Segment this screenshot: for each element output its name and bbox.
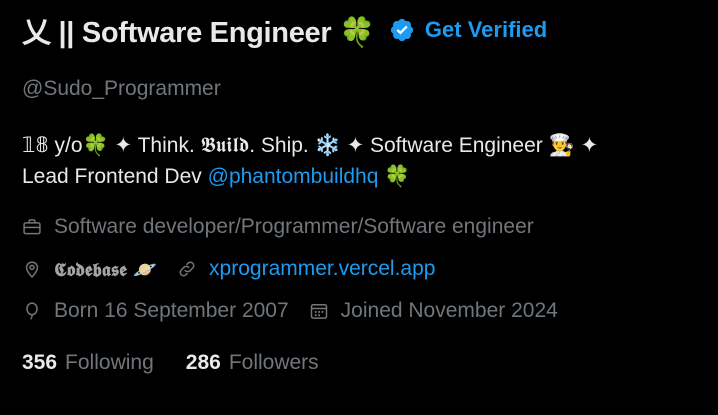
profile-category-row: Software developer/Programmer/Software e… (22, 215, 534, 239)
website-link[interactable]: xprogrammer.vercel.app (209, 257, 435, 281)
following-link[interactable]: 356 Following (22, 351, 154, 375)
bio: 𝟙𝟠 y/o🍀 ✦ Think. 𝕭𝖚𝖎𝖑𝖉. Ship. ❄️ ✦ Softw… (22, 130, 692, 192)
location-pin-icon (22, 259, 42, 279)
profile-category: Software developer/Programmer/Software e… (22, 215, 534, 239)
joined-text: Joined November 2024 (340, 299, 558, 322)
verified-badge-icon (389, 17, 415, 43)
link-icon (177, 259, 197, 279)
briefcase-icon (22, 217, 42, 237)
profile-website[interactable]: xprogrammer.vercel.app (177, 257, 435, 281)
following-count: 356 (22, 351, 58, 374)
bio-line-2-suffix: 🍀 (378, 165, 411, 188)
location-text: 𝕮𝖔𝖉𝖊𝖇𝖆𝖘𝖊 🪐 (54, 258, 158, 281)
category-text: Software developer/Programmer/Software e… (54, 215, 534, 238)
followers-link[interactable]: 286 Followers (186, 351, 319, 375)
bio-line-1: 𝟙𝟠 y/o🍀 ✦ Think. 𝕭𝖚𝖎𝖑𝖉. Ship. ❄️ ✦ Softw… (22, 134, 599, 157)
following-label: Following (65, 351, 154, 374)
birthday-text: Born 16 September 2007 (54, 299, 289, 322)
followers-count: 286 (185, 351, 221, 374)
follow-stats: 356 Following 286 Followers (22, 351, 319, 375)
display-name: 乂 || Software Engineer 🍀 (22, 17, 375, 49)
get-verified-button[interactable]: Get Verified (389, 17, 547, 43)
location-website-row: 𝕮𝖔𝖉𝖊𝖇𝖆𝖘𝖊 🪐 xprogrammer.vercel.app (22, 257, 435, 281)
bio-line-2-prefix: Lead Frontend Dev (22, 165, 208, 188)
followers-label: Followers (228, 351, 319, 374)
profile-birthday: Born 16 September 2007 (22, 299, 289, 323)
calendar-icon (309, 301, 329, 321)
get-verified-label: Get Verified (424, 17, 548, 42)
name-row: 乂 || Software Engineer 🍀 Get Verified (22, 10, 547, 50)
balloon-icon (22, 301, 42, 321)
user-handle: @Sudo_Programmer (22, 77, 221, 100)
bio-mention-link[interactable]: @phantombuildhq (208, 165, 379, 188)
profile-location: 𝕮𝖔𝖉𝖊𝖇𝖆𝖘𝖊 🪐 (22, 258, 157, 281)
birthday-joined-row: Born 16 September 2007 Joined November 2… (22, 299, 558, 323)
profile-joined: Joined November 2024 (309, 299, 558, 323)
